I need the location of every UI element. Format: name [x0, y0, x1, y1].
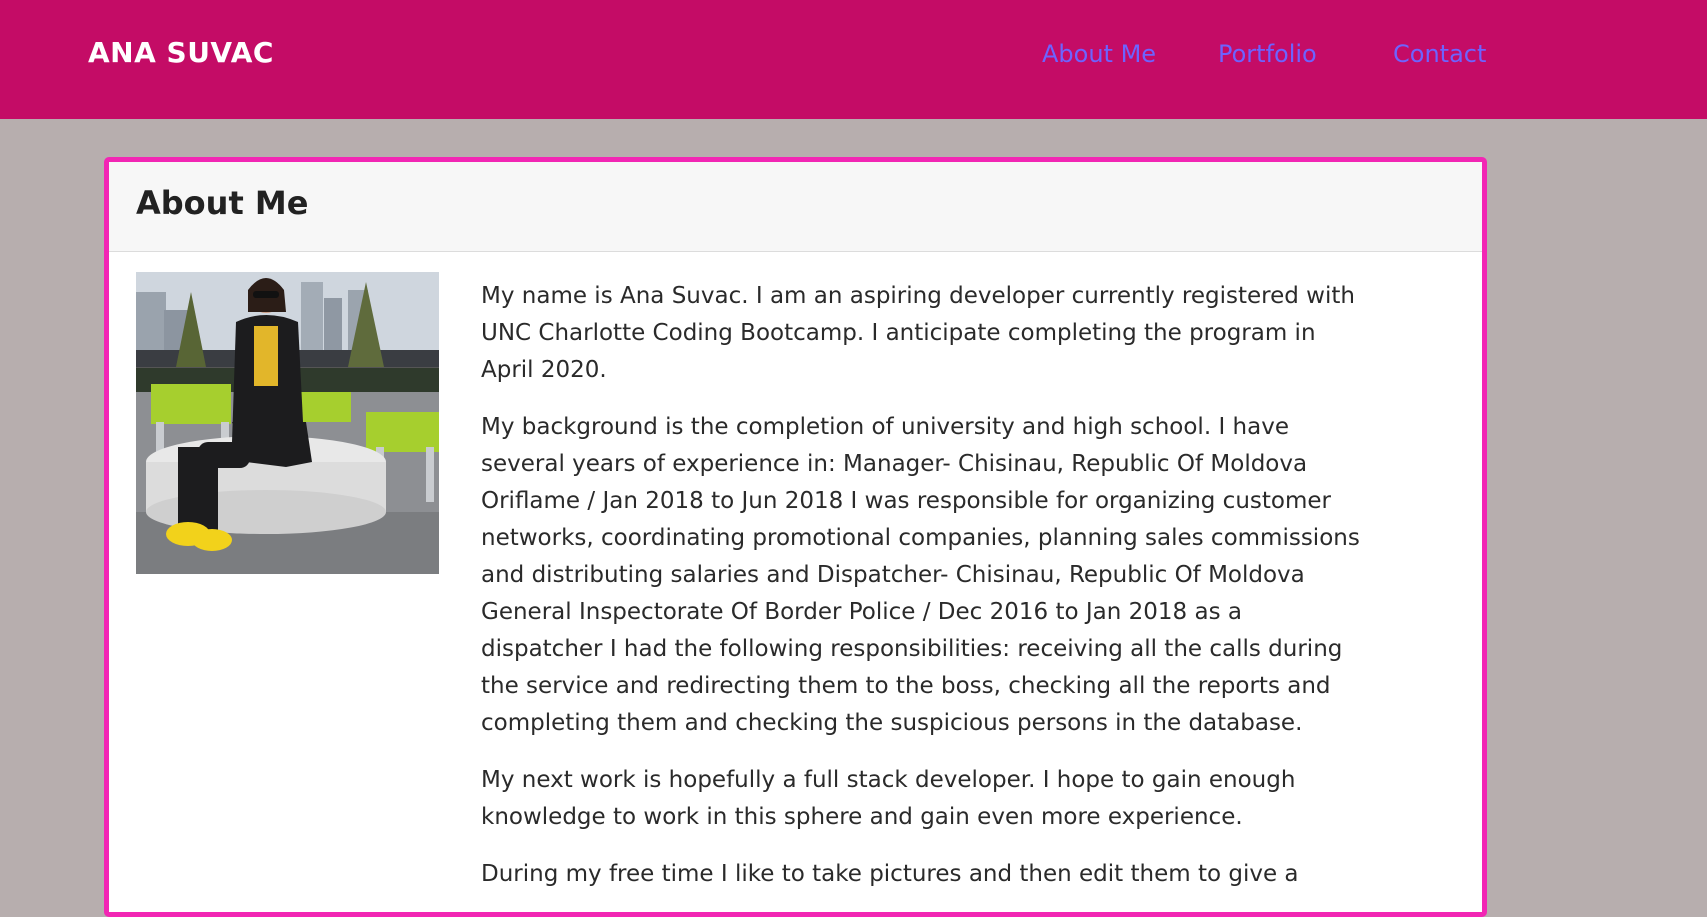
bio-paragraph-intro: My name is Ana Suvac. I am an aspiring d…	[481, 283, 1355, 383]
profile-photo	[136, 272, 439, 574]
nav-link-portfolio[interactable]: Portfolio	[1218, 40, 1317, 68]
brand-logo-text[interactable]: ANA SUVAC	[88, 36, 274, 69]
bio-paragraph-goals: My next work is hopefully a full stack d…	[481, 767, 1296, 830]
card-title: About Me	[136, 184, 309, 222]
card-header: About Me	[109, 162, 1482, 252]
top-navbar: ANA SUVAC About Me Portfolio Contact	[0, 0, 1707, 119]
nav-link-contact[interactable]: Contact	[1393, 40, 1486, 68]
bio-paragraph-background: My background is the completion of unive…	[481, 414, 1360, 736]
nav-link-about-me[interactable]: About Me	[1042, 40, 1156, 68]
bio-paragraph-hobbies: During my free time I like to take pictu…	[481, 861, 1299, 887]
about-me-card: About Me My name is Ana Suvac. I am an a…	[104, 157, 1487, 917]
bio-text: My name is Ana Suvac. I am an aspiring d…	[481, 278, 1361, 913]
